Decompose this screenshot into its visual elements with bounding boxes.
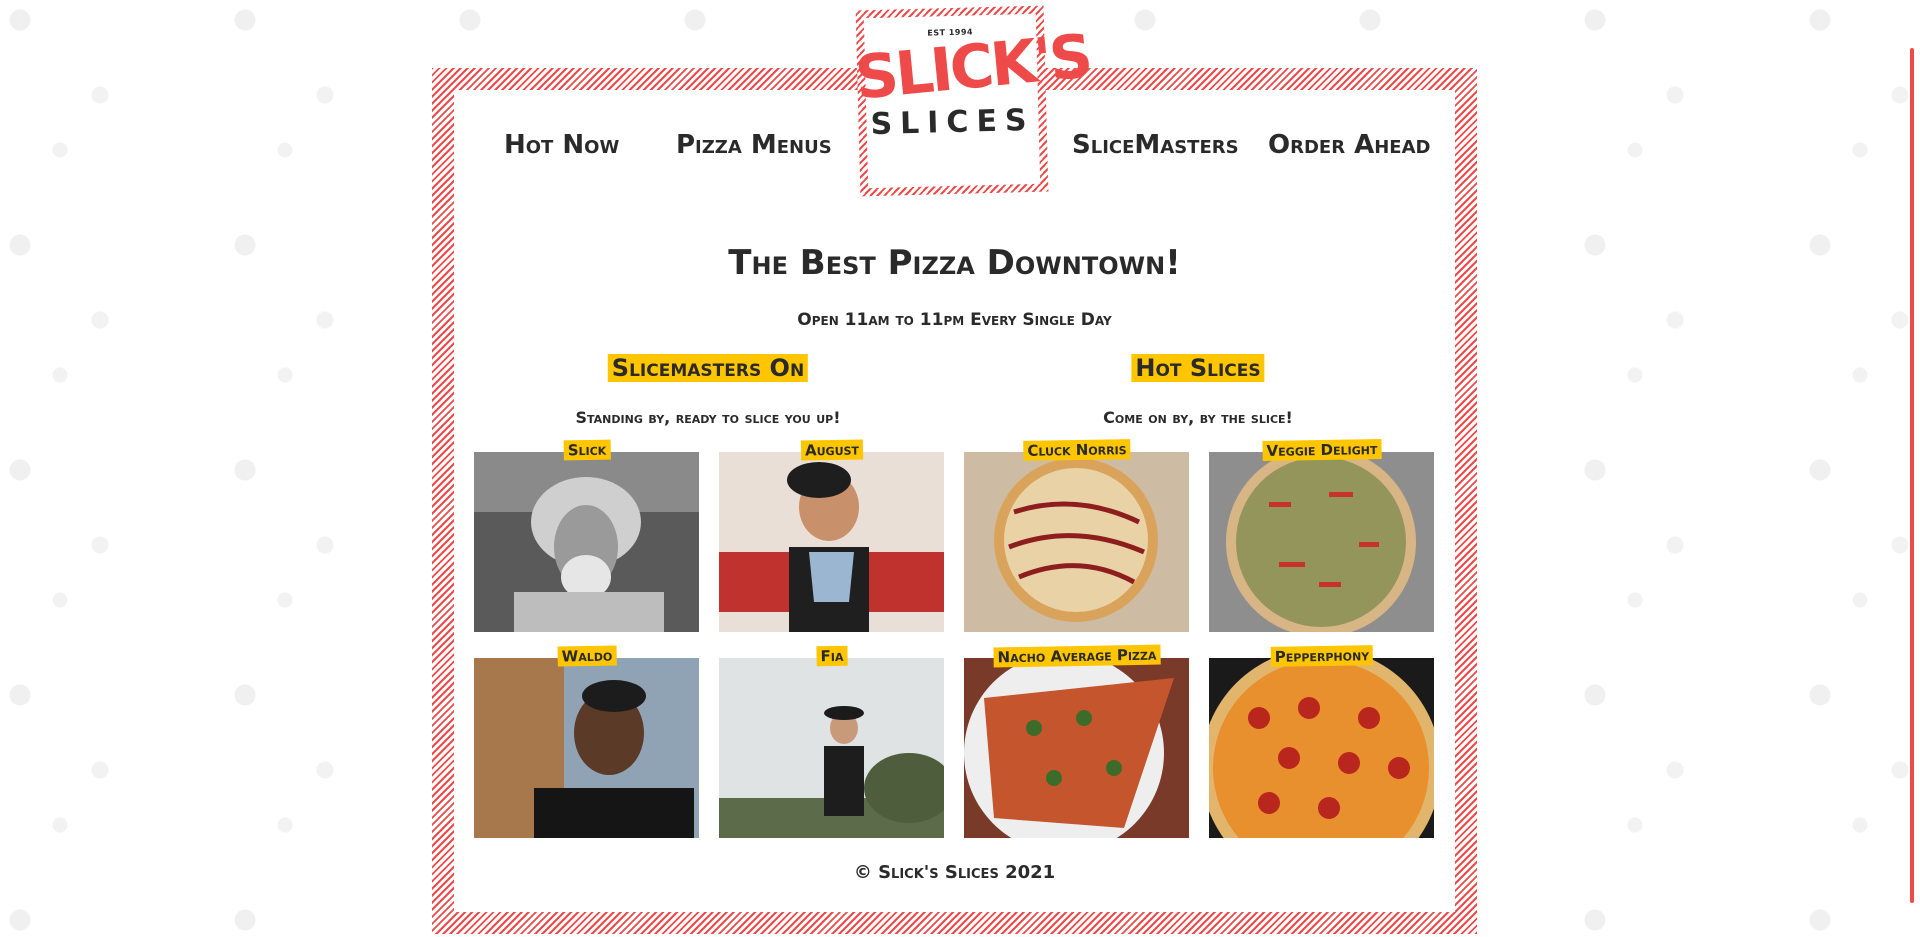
hotslice-card-veggie-delight[interactable]: Veggie Delight — [1209, 438, 1434, 632]
slicemasters-subtitle: Standing by, ready to slice you up! — [575, 408, 841, 427]
pizza-name: Pepperphony — [1270, 645, 1373, 667]
slicemaster-photo — [719, 452, 944, 632]
slicemaster-name: Waldo — [557, 645, 616, 667]
nav-order-ahead[interactable]: Order Ahead — [1268, 130, 1430, 160]
slicemaster-photo — [474, 658, 699, 838]
pizza-name: Cluck Norris — [1022, 439, 1131, 461]
slicemaster-photo — [719, 658, 944, 838]
slicemaster-card-fia[interactable]: Fia — [719, 645, 944, 838]
pizza-name: Nacho Average Pizza — [992, 644, 1161, 668]
pizza-photo — [1209, 658, 1434, 838]
pizza-photo — [1209, 452, 1434, 632]
slicemaster-card-slick[interactable]: Slick — [474, 439, 699, 632]
slicemaster-name: August — [800, 439, 863, 461]
logo-wordmark: SLICK'S — [852, 21, 1093, 114]
pizza-name: Veggie Delight — [1261, 438, 1382, 462]
nav-hot-now[interactable]: Hot Now — [504, 130, 619, 160]
nav-slicemasters[interactable]: SliceMasters — [1072, 130, 1239, 160]
hotslices-heading: Hot Slices — [1131, 354, 1265, 382]
page-title: The Best Pizza Downtown! — [728, 243, 1181, 283]
site-logo[interactable]: EST 1994 SLICK'S SLICES — [852, 5, 1093, 197]
page-subtitle: Open 11am to 11pm Every Single Day — [797, 310, 1112, 330]
slicemaster-photo — [474, 452, 699, 632]
hotslice-card-cluck-norris[interactable]: Cluck Norris — [964, 439, 1189, 632]
slicemaster-name: Slick — [563, 439, 610, 461]
slicemasters-heading: Slicemasters On — [607, 354, 809, 382]
scrollbar[interactable] — [1910, 48, 1914, 903]
hotslice-card-nacho-average-pizza[interactable]: Nacho Average Pizza — [964, 644, 1189, 838]
hotslice-card-pepperphony[interactable]: Pepperphony — [1209, 645, 1434, 838]
logo-card: EST 1994 SLICK'S SLICES — [852, 13, 1093, 189]
pizza-photo — [964, 452, 1189, 632]
pizza-photo — [964, 658, 1189, 838]
nav-pizza-menus[interactable]: Pizza Menus — [676, 130, 832, 160]
slicemaster-card-august[interactable]: August — [719, 439, 944, 632]
slicemaster-card-waldo[interactable]: Waldo — [474, 645, 699, 838]
hotslices-subtitle: Come on by, by the slice! — [1103, 408, 1293, 427]
slicemaster-name: Fia — [815, 645, 848, 667]
footer-copyright: © Slick's Slices 2021 — [853, 862, 1056, 883]
